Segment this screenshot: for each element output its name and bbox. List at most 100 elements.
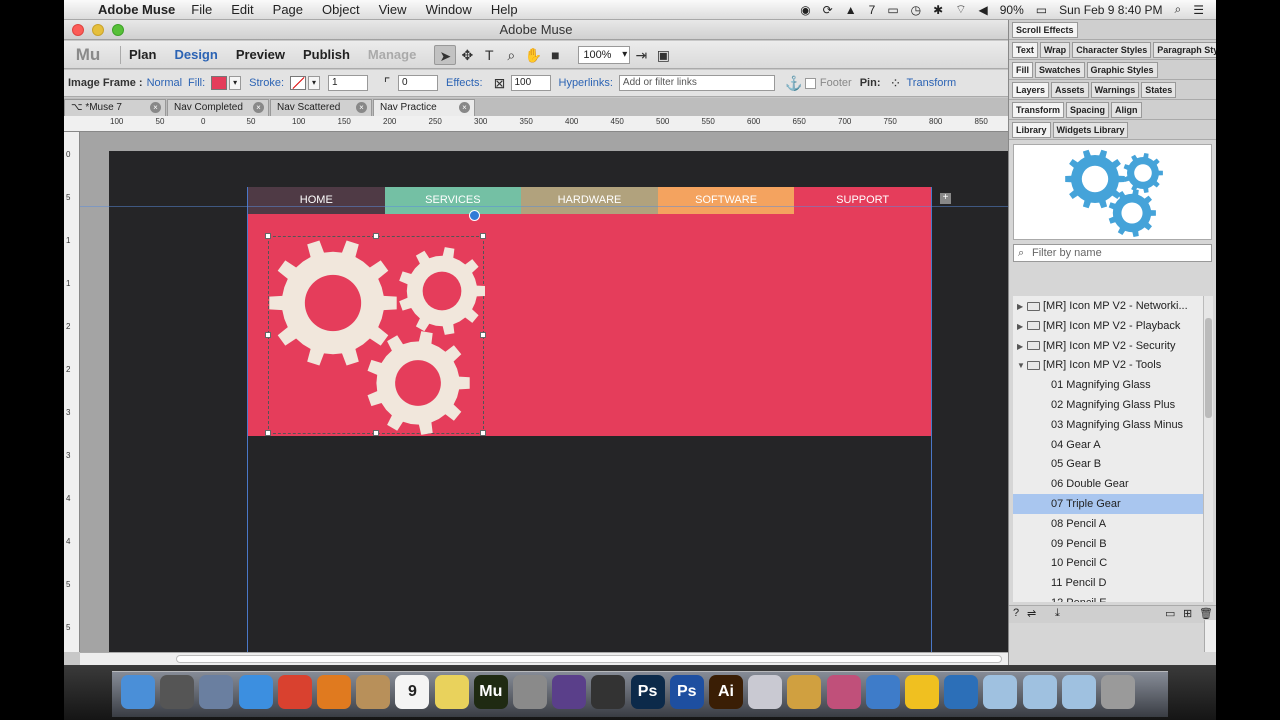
menu-help[interactable]: Help [491, 2, 518, 17]
library-item[interactable]: 12 Pencil E [1013, 593, 1203, 602]
photoshop-icon[interactable]: Ps [630, 675, 665, 709]
mode-preview[interactable]: Preview [236, 47, 285, 62]
anchor-icon[interactable]: ⚓ [783, 73, 805, 93]
photoshop-alt-icon[interactable]: Ps [669, 675, 704, 709]
resize-handle[interactable] [480, 430, 486, 436]
aperture-icon[interactable] [591, 675, 626, 709]
library-item[interactable]: 10 Pencil C [1013, 553, 1203, 573]
illustrator-icon[interactable]: Ai [709, 675, 743, 709]
tab-character-styles[interactable]: Character Styles [1072, 41, 1152, 58]
sketch-icon[interactable] [748, 675, 783, 709]
battery-icon[interactable]: ▭ [1036, 3, 1047, 17]
window-close-button[interactable] [72, 24, 84, 36]
finalcut-icon[interactable] [552, 675, 587, 709]
opacity-field[interactable]: 100 [510, 75, 551, 91]
page-area[interactable]: HOME SERVICES HARDWARE SOFTWARE SUPPORT … [247, 187, 951, 652]
tab-swatches[interactable]: Swatches [1035, 61, 1085, 78]
fill-swatch[interactable] [211, 76, 228, 90]
share-icon[interactable]: ⇌ [1027, 607, 1036, 620]
mode-plan[interactable]: Plan [129, 47, 156, 62]
tab-fill[interactable]: Fill [1012, 61, 1033, 78]
calculator-icon[interactable] [513, 675, 547, 709]
tab-spacing[interactable]: Spacing [1066, 101, 1110, 118]
site-nav-menu[interactable]: HOME SERVICES HARDWARE SOFTWARE SUPPORT [248, 187, 931, 214]
pencil-app-icon[interactable] [787, 675, 822, 709]
expand-triangle-icon[interactable]: ▶ [1017, 297, 1027, 316]
nav-item-support[interactable]: SUPPORT [794, 187, 931, 214]
resize-handle[interactable] [480, 233, 486, 239]
hand-tool-icon[interactable]: ✋ [522, 45, 544, 65]
collapse-triangle-icon[interactable]: ▼ [1017, 356, 1027, 375]
guide-line[interactable] [80, 206, 1008, 207]
library-filter-input[interactable]: ⌕ Filter by name [1013, 244, 1212, 262]
menu-object[interactable]: Object [322, 2, 360, 17]
launchpad-icon[interactable] [160, 675, 195, 709]
tab-scroll-effects[interactable]: Scroll Effects [1012, 21, 1078, 38]
menu-window[interactable]: Window [426, 2, 472, 17]
hyperlinks-label[interactable]: Hyperlinks: [559, 77, 613, 89]
expand-triangle-icon[interactable]: ▶ [1017, 337, 1027, 356]
zoom-tool-icon[interactable]: ⌕ [500, 45, 522, 65]
stroke-dropdown-icon[interactable]: ▾ [308, 76, 321, 90]
library-item[interactable]: 08 Pencil A [1013, 514, 1203, 534]
keynote-icon[interactable] [865, 675, 900, 709]
nav-item-home[interactable]: HOME [248, 187, 385, 214]
add-menu-item-icon[interactable]: + [940, 193, 951, 204]
tab-align[interactable]: Align [1111, 101, 1142, 118]
doc-tab-nav-completed[interactable]: Nav Completed × [167, 99, 269, 116]
library-scrollbar[interactable] [1203, 296, 1213, 602]
pin-grid-icon[interactable]: ⁘ [884, 73, 906, 93]
corner-options-icon[interactable]: ⌜ [376, 73, 398, 93]
resize-handle[interactable] [265, 430, 271, 436]
resize-handle[interactable] [373, 233, 379, 239]
effects-label[interactable]: Effects: [446, 77, 482, 89]
triple-gear-graphic[interactable] [265, 233, 486, 436]
wifi-icon[interactable]: ⌔ [955, 2, 966, 17]
menu-file[interactable]: File [191, 2, 212, 17]
import-icon[interactable]: ⤓ [1055, 607, 1060, 620]
resize-handle[interactable] [265, 233, 271, 239]
selection-tool-icon[interactable]: ➤ [434, 44, 457, 65]
library-item[interactable]: 11 Pencil D [1013, 573, 1203, 593]
menu-view[interactable]: View [379, 2, 407, 17]
mode-manage[interactable]: Manage [368, 47, 416, 62]
app-menu[interactable]: Adobe Muse [98, 2, 175, 17]
muse-icon[interactable]: Mu [473, 675, 508, 709]
expand-triangle-icon[interactable]: ▶ [1017, 317, 1027, 336]
ruler-horizontal[interactable]: 100 50 0 50 100 150 200 250 300 350 400 450 500 550 60… [64, 116, 1008, 132]
library-item[interactable]: 03 Magnifying Glass Minus [1013, 415, 1203, 435]
contacts-icon[interactable] [356, 675, 391, 709]
sync-icon[interactable]: ⟳ [823, 3, 833, 17]
corner-radius-field[interactable]: 0 [398, 75, 439, 91]
scrollbar-thumb[interactable] [1205, 318, 1212, 418]
library-folder[interactable]: ▶ [MR] Icon MP V2 - Security [1013, 336, 1203, 356]
menu-page[interactable]: Page [273, 2, 303, 17]
notification-center-icon[interactable]: ☰ [1193, 3, 1204, 17]
horizontal-scrollbar[interactable] [80, 652, 1008, 665]
close-tab-icon[interactable]: × [150, 102, 161, 113]
tab-library[interactable]: Library [1012, 121, 1051, 138]
adobe-icon[interactable]: ▲ [845, 3, 857, 17]
place-icon[interactable]: ⇥ [630, 45, 652, 65]
library-item[interactable]: 02 Magnifying Glass Plus [1013, 395, 1203, 415]
folder-icon[interactable] [1061, 675, 1096, 709]
library-item[interactable]: 05 Gear B [1013, 454, 1203, 474]
crop-tool-icon[interactable]: ✥ [456, 45, 478, 65]
display-icon[interactable]: ▭ [887, 3, 898, 17]
library-folder[interactable]: ▼ [MR] Icon MP V2 - Tools [1013, 355, 1203, 375]
footer-checkbox[interactable] [804, 77, 816, 89]
ruler-vertical[interactable]: 0 5 1 1 2 2 3 3 4 4 5 5 [64, 132, 80, 652]
doc-tab-muse-7[interactable]: ⌥ *Muse 7 × [64, 99, 166, 116]
new-folder-icon[interactable]: ▭ [1165, 607, 1175, 620]
fill-label[interactable]: Fill: [188, 77, 205, 89]
tab-transform[interactable]: Transform [1012, 101, 1065, 118]
spotlight-icon[interactable]: ⌕ [1175, 2, 1182, 17]
rectangle-tool-icon[interactable]: ■ [544, 45, 566, 65]
trash-icon[interactable]: 🗑 [1199, 607, 1213, 620]
window-zoom-button[interactable] [112, 24, 124, 36]
tab-assets[interactable]: Assets [1051, 81, 1089, 98]
library-list[interactable]: ▶ [MR] Icon MP V2 - Networki... ▶ [MR] Ico… [1013, 296, 1203, 602]
time-machine-icon[interactable]: ◷ [911, 3, 921, 17]
pages-count[interactable]: 7 [869, 3, 876, 17]
tab-widgets-library[interactable]: Widgets Library [1052, 121, 1129, 138]
